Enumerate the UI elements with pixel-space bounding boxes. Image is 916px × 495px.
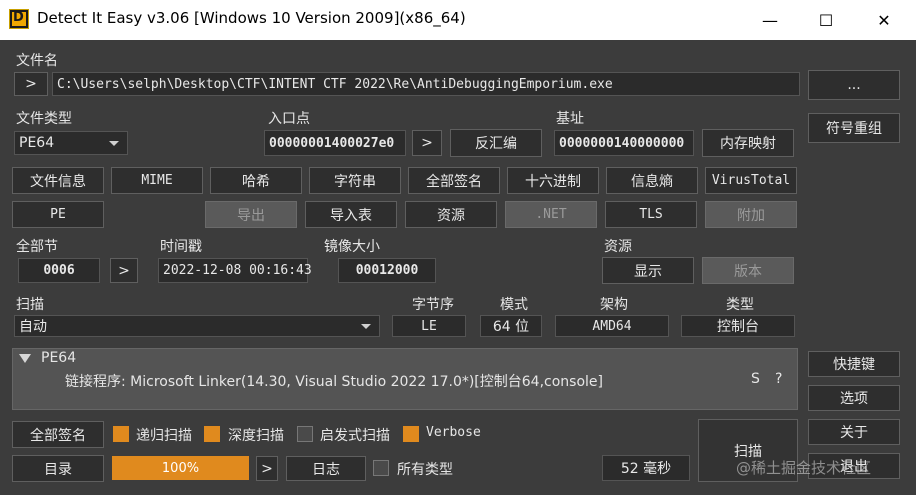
tls-button[interactable]: TLS	[605, 201, 697, 228]
app-icon	[9, 9, 29, 29]
exports-button[interactable]: 导出	[205, 201, 297, 228]
symbols-button[interactable]: 符号重组	[808, 113, 900, 143]
type-field[interactable]: 控制台	[681, 315, 795, 337]
recursive-scan-label: 递归扫描	[136, 428, 192, 444]
scan-mode-select[interactable]: 自动	[14, 315, 380, 337]
log-button[interactable]: 日志	[286, 456, 366, 481]
memory-map-button[interactable]: 内存映射	[702, 129, 794, 157]
entry-point-field[interactable]: 00000001400027e0	[264, 130, 406, 156]
type-label: 类型	[726, 297, 754, 313]
verbose-label: Verbose	[426, 425, 481, 440]
sections-go-button[interactable]: >	[110, 258, 138, 283]
endian-label: 字节序	[412, 297, 454, 313]
arch-label: 架构	[600, 297, 628, 313]
scan-mode-value: 自动	[19, 319, 47, 335]
arch-field[interactable]: AMD64	[555, 315, 669, 337]
resources-show-button[interactable]: 显示	[602, 257, 694, 284]
title-bar: Detect It Easy v3.06 [Windows 10 Version…	[0, 0, 916, 40]
resources-version-button[interactable]: 版本	[702, 257, 794, 284]
strings-button[interactable]: 字符串	[309, 167, 401, 194]
sections-field[interactable]: 0006	[18, 258, 100, 283]
base-address-label: 基址	[556, 111, 584, 127]
collapse-triangle-icon[interactable]	[19, 354, 31, 364]
all-types-label: 所有类型	[397, 462, 453, 478]
progress-go-button[interactable]: >	[256, 456, 278, 481]
disassemble-button[interactable]: 反汇编	[450, 129, 542, 157]
result-s-button[interactable]: S	[751, 371, 760, 387]
image-size-field[interactable]: 00012000	[338, 258, 436, 283]
endian-field[interactable]: LE	[392, 315, 466, 337]
resources-button[interactable]: 资源	[405, 201, 497, 228]
all-signatures-bottom-button[interactable]: 全部签名	[12, 421, 104, 448]
virustotal-button[interactable]: VirusTotal	[705, 167, 797, 194]
directory-button[interactable]: 目录	[12, 455, 104, 482]
scan-label: 扫描	[16, 297, 44, 313]
close-button[interactable]: ✕	[856, 0, 912, 40]
file-name-label: 文件名	[16, 53, 58, 69]
mime-button[interactable]: MIME	[111, 167, 203, 194]
overlay-button[interactable]: 附加	[705, 201, 797, 228]
resources-label: 资源	[604, 239, 632, 255]
shortcuts-button[interactable]: 快捷键	[808, 351, 900, 377]
recursive-scan-checkbox[interactable]	[113, 426, 129, 442]
chevron-down-icon	[361, 324, 371, 329]
file-type-value: PE64	[19, 135, 55, 151]
timestamp-label: 时间戳	[160, 239, 202, 255]
result-info-button[interactable]: ?	[775, 371, 782, 387]
image-size-label: 镜像大小	[324, 239, 380, 255]
file-path-field[interactable]: C:\Users\selph\Desktop\CTF\INTENT CTF 20…	[52, 72, 800, 96]
scan-result-panel: PE64 链接程序: Microsoft Linker(14.30, Visua…	[12, 348, 798, 410]
about-button[interactable]: 关于	[808, 419, 900, 445]
file-type-select[interactable]: PE64	[14, 131, 128, 155]
result-linker: 链接程序: Microsoft Linker(14.30, Visual Stu…	[65, 374, 603, 390]
file-expand-button[interactable]: >	[14, 72, 48, 96]
heuristic-scan-checkbox[interactable]	[297, 426, 313, 442]
scan-time-field: 52 毫秒	[602, 455, 690, 481]
deep-scan-label: 深度扫描	[228, 428, 284, 444]
entry-point-go-button[interactable]: >	[412, 130, 442, 156]
scan-progress-bar: 100%	[112, 456, 249, 480]
file-info-button[interactable]: 文件信息	[12, 167, 104, 194]
browse-button[interactable]: ...	[808, 70, 900, 100]
watermark: @稀土掘金技术社区	[736, 459, 872, 477]
hex-button[interactable]: 十六进制	[507, 167, 599, 194]
options-button[interactable]: 选项	[808, 385, 900, 411]
chevron-down-icon	[109, 141, 119, 146]
imports-button[interactable]: 导入表	[305, 201, 397, 228]
file-type-label: 文件类型	[16, 111, 72, 127]
window-title: Detect It Easy v3.06 [Windows 10 Version…	[37, 9, 466, 27]
base-address-field[interactable]: 0000000140000000	[554, 130, 694, 156]
minimize-button[interactable]: —	[742, 0, 798, 40]
entropy-button[interactable]: 信息熵	[606, 167, 698, 194]
result-header: PE64	[41, 350, 77, 366]
heuristic-scan-label: 启发式扫描	[320, 428, 390, 444]
sections-label: 全部节	[16, 239, 58, 255]
maximize-button[interactable]: ☐	[798, 0, 854, 40]
deep-scan-checkbox[interactable]	[204, 426, 220, 442]
entry-point-label: 入口点	[268, 111, 310, 127]
timestamp-field[interactable]: 2022-12-08 00:16:43	[158, 258, 312, 283]
mode-label: 模式	[500, 297, 528, 313]
bits-field[interactable]: 64 位	[480, 315, 542, 337]
all-signatures-button[interactable]: 全部签名	[408, 167, 500, 194]
dotnet-button[interactable]: .NET	[505, 201, 597, 228]
all-types-checkbox[interactable]	[373, 460, 389, 476]
hash-button[interactable]: 哈希	[210, 167, 302, 194]
pe-button[interactable]: PE	[12, 201, 104, 228]
verbose-checkbox[interactable]	[403, 426, 419, 442]
